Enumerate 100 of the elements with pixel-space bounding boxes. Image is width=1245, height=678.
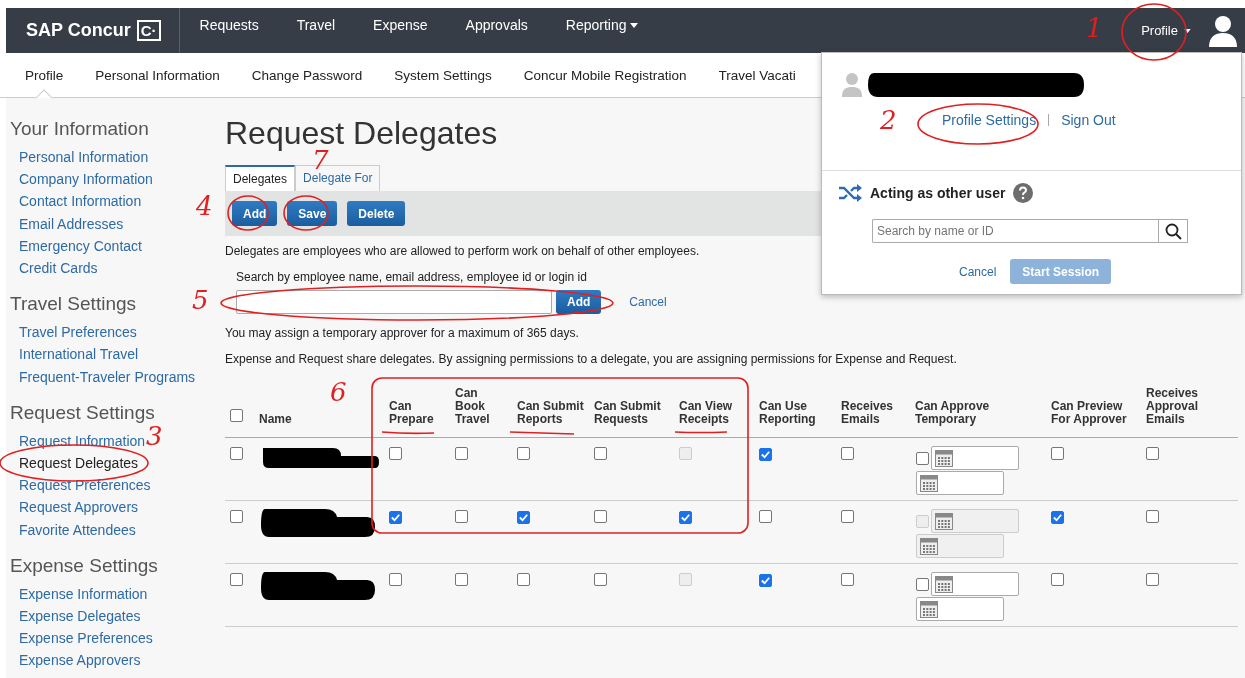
annotation-underline xyxy=(381,431,435,435)
sidebar-link[interactable]: Request Information xyxy=(19,429,146,453)
help-icon[interactable] xyxy=(1013,183,1034,203)
annotation-circle xyxy=(227,195,269,231)
calendar-icon xyxy=(935,575,953,593)
profile-tab[interactable]: Personal Information xyxy=(95,53,220,98)
section-heading: Request Settings xyxy=(10,401,155,424)
toolbar-button[interactable]: Delete xyxy=(347,201,406,226)
sidebar-link[interactable]: Frequent-Traveler Programs xyxy=(19,365,196,388)
row-checkbox[interactable] xyxy=(230,447,243,460)
date-field[interactable] xyxy=(916,534,1004,558)
permission-checkbox[interactable] xyxy=(841,573,854,586)
temporary-checkbox[interactable] xyxy=(916,577,929,591)
column-header: Receives Approval Emails xyxy=(1146,387,1200,426)
permission-checkbox[interactable] xyxy=(594,573,607,586)
sidebar-link[interactable]: Company Information xyxy=(19,168,153,191)
shuffle-icon xyxy=(838,184,862,202)
date-field[interactable] xyxy=(931,446,1019,470)
sidebar-link[interactable]: Request Approvers xyxy=(19,496,139,519)
column-header: Can Book Travel xyxy=(455,387,491,426)
date-field[interactable] xyxy=(916,471,1004,495)
permission-checkbox[interactable] xyxy=(389,511,402,524)
permission-checkbox[interactable] xyxy=(1146,510,1159,523)
sidebar-link[interactable]: International Travel xyxy=(19,343,139,366)
search-button[interactable] xyxy=(1158,219,1188,243)
date-field[interactable] xyxy=(931,572,1019,596)
column-header: Can Use Reporting xyxy=(759,400,817,426)
employee-search-field[interactable] xyxy=(236,290,552,314)
profile-menu-button[interactable]: Profile xyxy=(1141,23,1178,38)
permission-checkbox[interactable] xyxy=(759,448,772,461)
permission-checkbox[interactable] xyxy=(455,447,468,460)
permission-checkbox[interactable] xyxy=(389,447,402,460)
sidebar-link[interactable]: Personal Information xyxy=(19,146,149,169)
sidebar-link[interactable]: Expense Approvers xyxy=(19,649,141,672)
annotation-underline xyxy=(509,431,575,435)
row-checkbox[interactable] xyxy=(230,510,243,523)
sidebar-link[interactable]: Contact Information xyxy=(19,190,142,213)
avatar-icon[interactable] xyxy=(1209,14,1237,47)
permission-checkbox[interactable] xyxy=(841,447,854,460)
permission-checkbox[interactable] xyxy=(1051,447,1064,460)
profile-tab[interactable]: Change Password xyxy=(251,53,363,98)
sidebar-link[interactable]: Favorite Attendees xyxy=(19,518,136,541)
calendar-icon xyxy=(935,512,953,530)
nav-link[interactable]: Requests xyxy=(199,8,277,53)
annotation-underline xyxy=(674,431,728,434)
temporary-checkbox[interactable] xyxy=(916,451,929,465)
toolbar-button[interactable]: Add xyxy=(232,201,278,226)
column-header: Can Approve Temporary xyxy=(915,400,991,426)
profile-tab[interactable]: Concur Mobile Registration xyxy=(523,53,687,98)
nav-link[interactable]: Reporting xyxy=(565,8,656,53)
permission-checkbox[interactable] xyxy=(759,510,772,523)
permission-checkbox[interactable] xyxy=(679,511,692,524)
column-header: Receives Emails xyxy=(841,400,895,426)
logo-icon: C· xyxy=(136,20,161,41)
date-field[interactable] xyxy=(931,509,1019,533)
sidebar-link[interactable]: Emergency Contact xyxy=(19,234,142,257)
permission-checkbox[interactable] xyxy=(455,573,468,586)
permission-checkbox[interactable] xyxy=(389,573,402,586)
sidebar-link[interactable]: Expense Information xyxy=(19,582,148,606)
permission-checkbox[interactable] xyxy=(1146,447,1159,460)
nav-link[interactable]: Expense xyxy=(373,8,446,53)
nav-link[interactable]: Approvals xyxy=(465,8,546,53)
permission-checkbox[interactable] xyxy=(759,574,772,587)
annotation-circle xyxy=(1121,3,1187,61)
sign-out-link[interactable]: Sign Out xyxy=(1061,112,1116,128)
date-field[interactable] xyxy=(916,597,1004,621)
cancel-link[interactable]: Cancel xyxy=(629,295,667,309)
sidebar-link[interactable]: Email Addresses xyxy=(19,212,124,235)
nav-link[interactable]: Travel xyxy=(296,8,354,53)
select-all-checkbox[interactable] xyxy=(230,409,243,422)
annotation-number: 5 xyxy=(192,286,209,314)
permission-checkbox[interactable] xyxy=(594,447,607,460)
permission-checkbox[interactable] xyxy=(455,510,468,523)
sidebar-link[interactable]: Expense Delegates xyxy=(19,605,141,628)
search-label: Search by employee name, email address, employee id or login id xyxy=(236,270,587,284)
permission-checkbox[interactable] xyxy=(841,510,854,523)
toolbar-button[interactable]: Save xyxy=(287,201,338,226)
sidebar-link[interactable]: Request Preferences xyxy=(19,474,151,497)
permission-checkbox[interactable] xyxy=(1051,511,1064,524)
tab[interactable]: Delegates xyxy=(225,165,296,191)
sidebar-link[interactable]: Travel Preferences xyxy=(19,321,137,344)
permission-checkbox[interactable] xyxy=(517,447,530,460)
column-header: Can Submit Requests xyxy=(594,400,662,426)
sidebar-link[interactable]: Credit Cards xyxy=(19,257,98,280)
profile-tab[interactable]: System Settings xyxy=(394,53,492,98)
permission-checkbox[interactable] xyxy=(517,573,530,586)
logo[interactable]: SAP Concur xyxy=(26,20,131,41)
user-search-field[interactable]: Search by name or ID xyxy=(872,219,1158,243)
permission-checkbox[interactable] xyxy=(1146,573,1159,586)
permission-checkbox[interactable] xyxy=(1051,573,1064,586)
calendar-icon xyxy=(935,449,953,467)
profile-tab[interactable]: Travel Vacati xyxy=(718,53,796,98)
section-heading: Expense Settings xyxy=(10,554,158,577)
sidebar-link[interactable]: Expense Preferences xyxy=(19,627,153,650)
permission-checkbox[interactable] xyxy=(594,510,607,523)
section-heading: Your Information xyxy=(10,118,149,140)
row-checkbox[interactable] xyxy=(230,573,243,586)
annotation-number: 3 xyxy=(146,422,163,450)
permission-checkbox[interactable] xyxy=(517,511,530,524)
cancel-link[interactable]: Cancel xyxy=(959,264,997,279)
